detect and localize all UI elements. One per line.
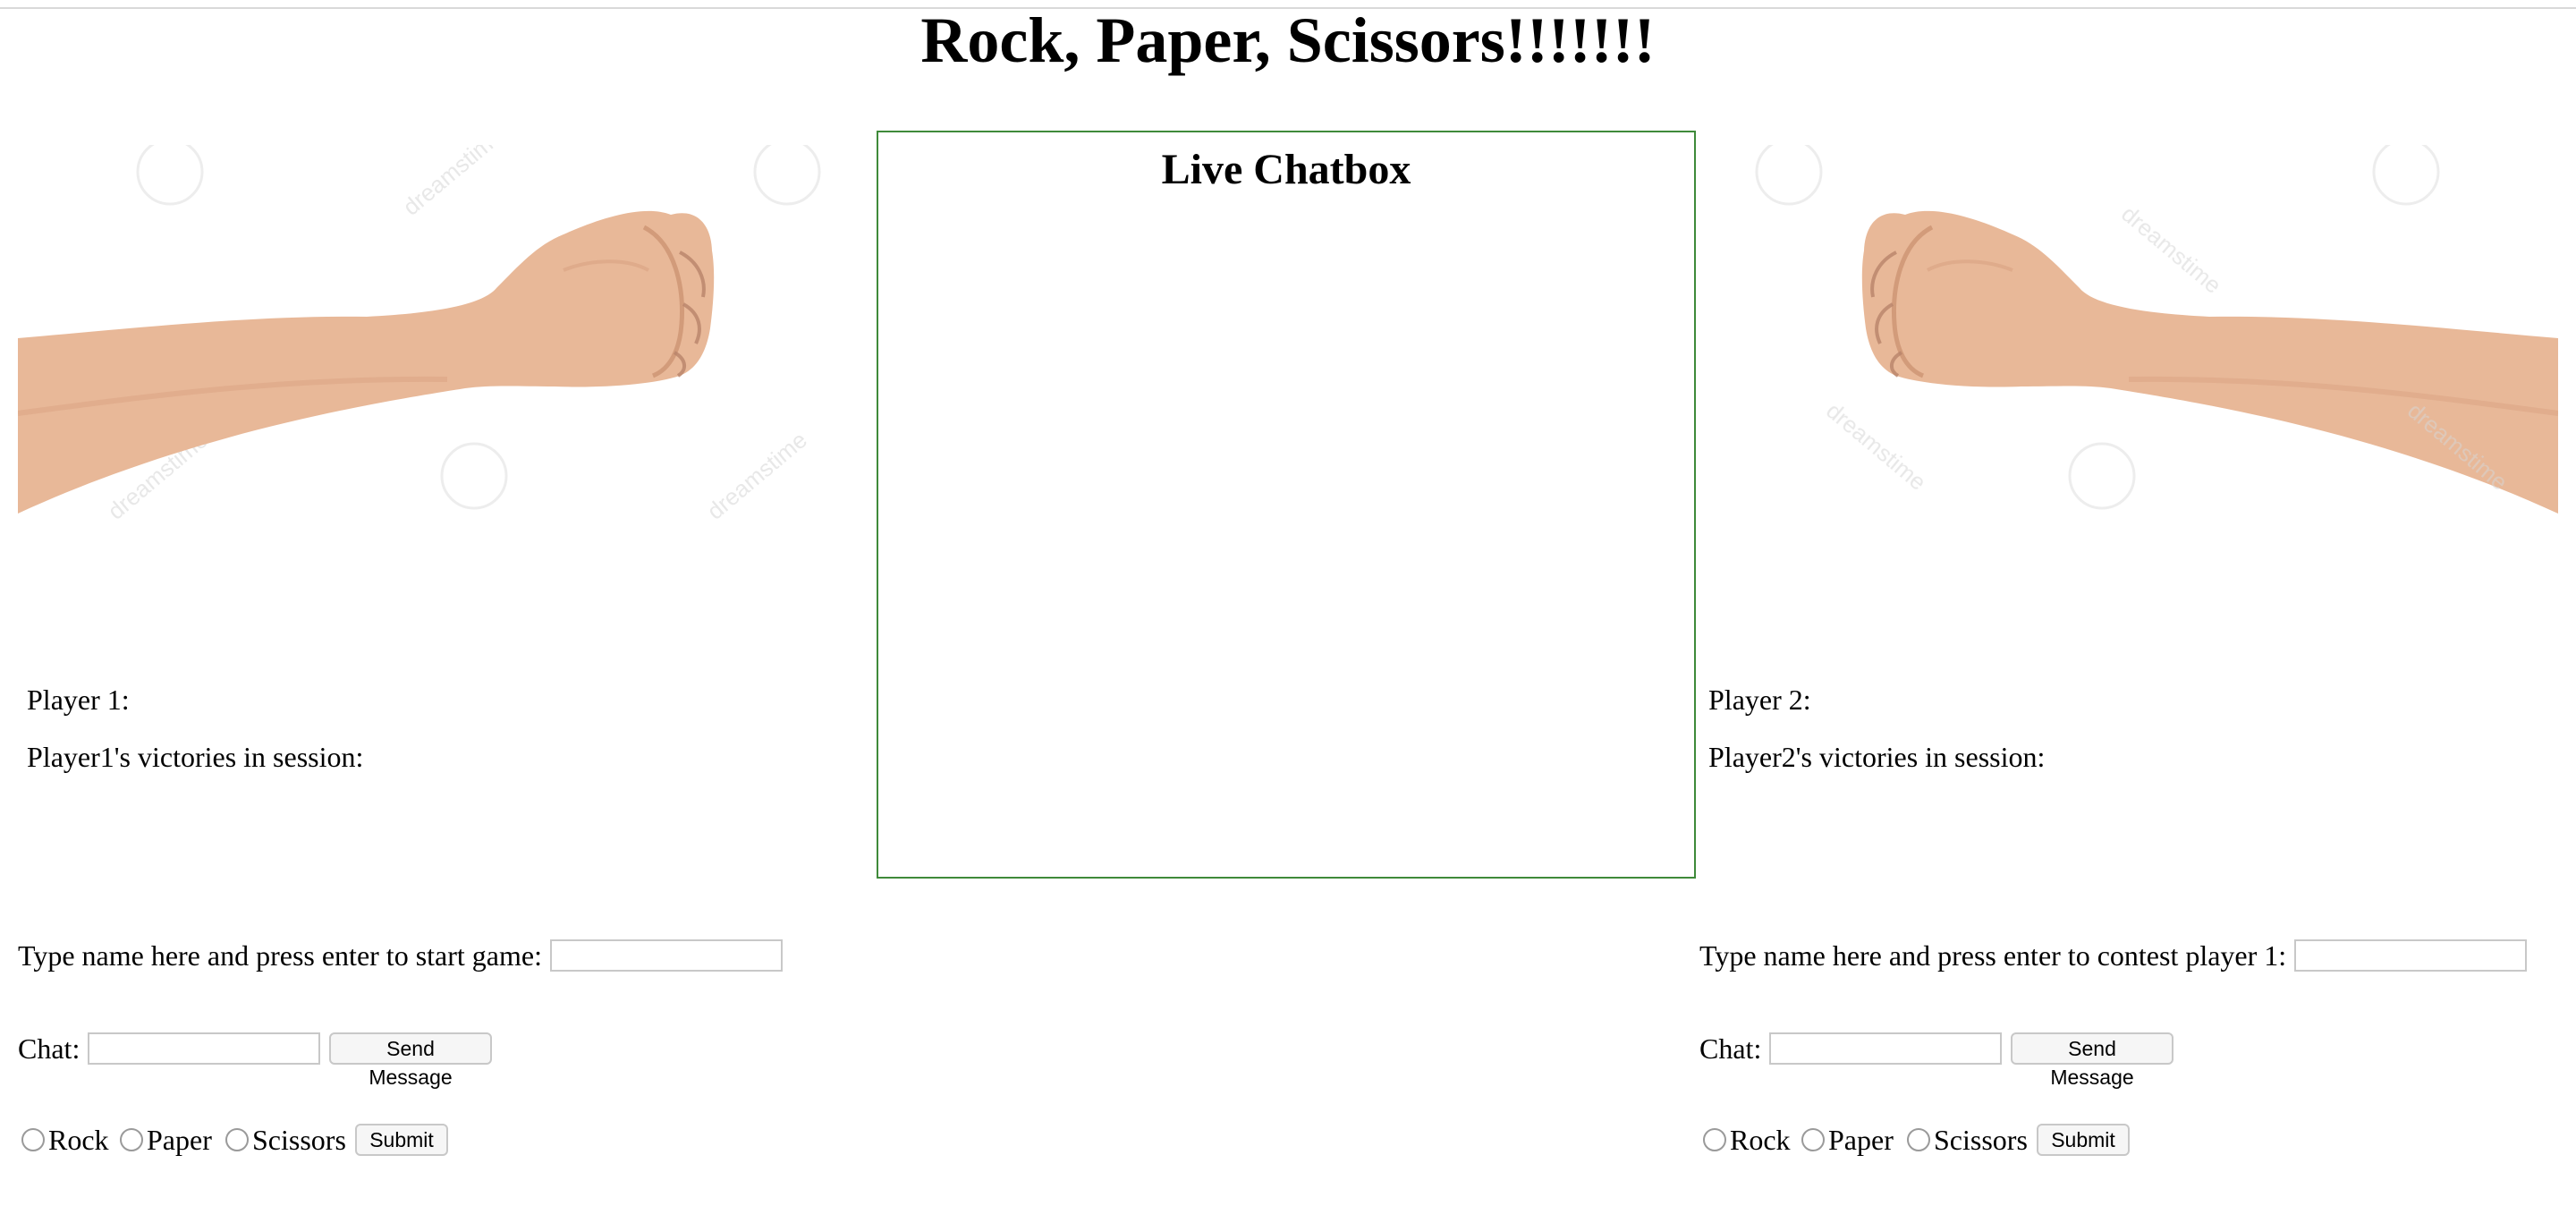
chatbox-title: Live Chatbox (1161, 146, 1411, 193)
player1-victories-label: Player1's victories in session: (27, 741, 364, 773)
player2-scissors-label: Scissors (1934, 1124, 2028, 1156)
player1-rock-radio[interactable] (21, 1128, 45, 1151)
svg-text:dreamstime: dreamstime (702, 426, 812, 521)
player1-paper-label: Paper (147, 1124, 212, 1156)
player1-name-label: Player 1: (27, 684, 130, 716)
player2-name-label: Player 2: (1708, 684, 1811, 716)
svg-text:dreamstime: dreamstime (1821, 397, 1931, 496)
player1-paper-radio[interactable] (120, 1128, 143, 1151)
player2-name-input[interactable] (2294, 939, 2527, 972)
player2-fist-image: dreamstime dreamstime dreamstime (1755, 145, 2558, 514)
player2-send-message-button[interactable]: Send Message (2011, 1032, 2174, 1089)
player1-submit-button[interactable]: Submit (355, 1124, 448, 1156)
player1-name-prompt: Type name here and press enter to start … (18, 939, 542, 972)
player2-scissors-radio[interactable] (1907, 1128, 1930, 1151)
player2-paper-radio[interactable] (1801, 1128, 1825, 1151)
player1-rock-label: Rock (48, 1124, 109, 1156)
player2-name-prompt: Type name here and press enter to contes… (1699, 939, 2287, 972)
player2-chat-input[interactable] (1769, 1032, 2002, 1065)
player2-victories-label: Player2's victories in session: (1708, 741, 2046, 773)
player2-rock-label: Rock (1730, 1124, 1791, 1156)
player2-rock-radio[interactable] (1703, 1128, 1726, 1151)
player1-name-input[interactable] (550, 939, 783, 972)
svg-text:dreamstime: dreamstime (398, 145, 508, 221)
page-title: Rock, Paper, Scissors!!!!!!! (920, 4, 1656, 76)
svg-text:dreamstime: dreamstime (2116, 200, 2226, 299)
live-chatbox[interactable]: Live Chatbox (877, 131, 1696, 879)
player1-chat-label: Chat: (18, 1032, 80, 1065)
player1-scissors-radio[interactable] (225, 1128, 249, 1151)
player1-fist-image: dreamstime dreamstime dreamstime (18, 145, 821, 521)
player1-send-message-button[interactable]: Send Message (329, 1032, 492, 1089)
player1-scissors-label: Scissors (252, 1124, 346, 1156)
player2-submit-button[interactable]: Submit (2037, 1124, 2130, 1156)
player2-chat-label: Chat: (1699, 1032, 1762, 1065)
player2-paper-label: Paper (1828, 1124, 1894, 1156)
player1-chat-input[interactable] (88, 1032, 320, 1065)
